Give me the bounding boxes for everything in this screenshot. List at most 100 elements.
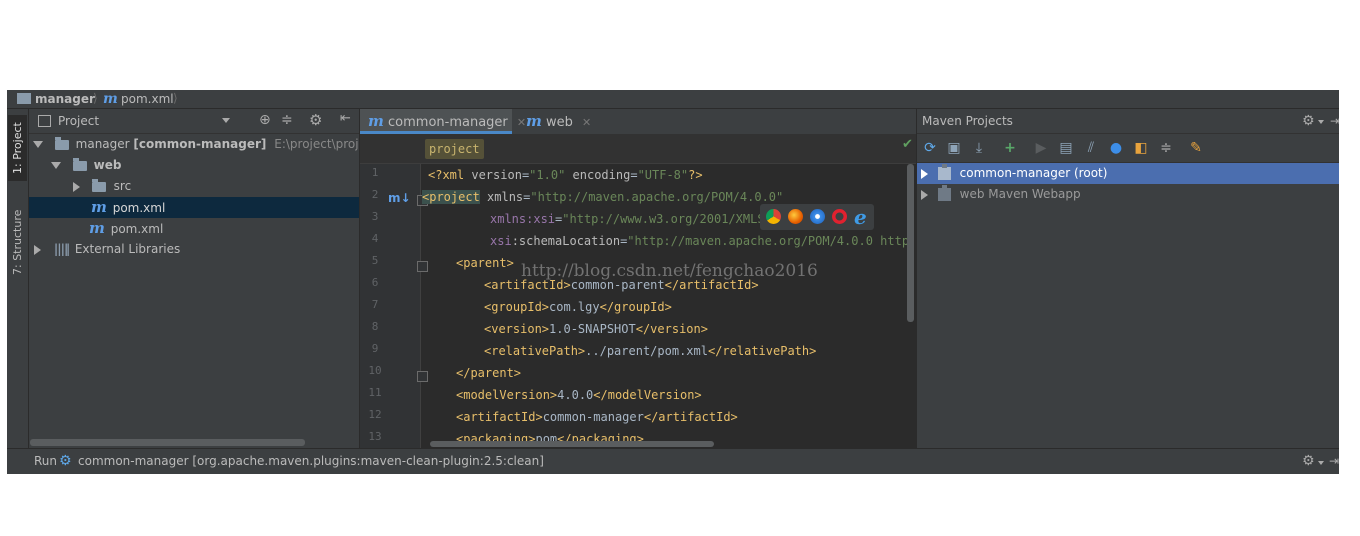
tree-item-external-libraries[interactable]: |||‖ External Libraries [29,239,359,260]
editor-horizontal-scrollbar[interactable] [430,441,714,447]
tag: <modelVersion> [456,388,558,402]
generate-sources-icon[interactable]: ▣ [946,140,962,156]
left-tool-strip: 1: Project 7: Structure [7,109,29,454]
reimport-icon[interactable]: ⟳ [922,140,938,156]
tree-item-label: External Libraries [74,242,181,256]
scroll-from-source-icon[interactable]: ⊕ [259,112,271,128]
toggle-offline-icon[interactable]: ⫽ [1083,140,1099,156]
gear-icon[interactable]: ⚙ [309,111,322,129]
project-view-icon [38,115,51,127]
settings-dropdown-icon[interactable] [1318,120,1324,124]
maven-module-icon [937,185,951,201]
maven-toolbar: ⟳ ▣ ⤓ + ▶ ▤ ⫽ ● ◧ ≑ ✎ [917,134,1339,163]
settings-dropdown-icon[interactable] [1318,461,1324,465]
editor-vertical-scrollbar[interactable] [907,164,914,322]
module-folder-icon [17,93,31,104]
project-view-selector[interactable]: Project [58,113,99,129]
collapse-arrow-icon[interactable] [34,244,41,255]
collapse-arrow-icon[interactable] [921,189,928,200]
text: 1.0-SNAPSHOT [549,322,636,336]
gear-icon[interactable]: ⚙ [1302,109,1315,133]
folder-icon [91,178,106,192]
tree-item-label: manager [75,137,130,151]
tab-label: common-manager [388,115,508,130]
view-dropdown-icon[interactable] [222,118,230,123]
maven-file-icon: m [89,219,105,237]
show-dependencies-icon[interactable]: ◧ [1133,140,1149,156]
opera-icon[interactable] [832,209,847,224]
maven-file-icon: m [91,198,107,216]
code-line: <groupId>com.lgy</groupId> [484,296,672,318]
run-label[interactable]: Run [34,449,57,474]
tree-item-label: pom.xml [110,222,164,236]
line-number: 12 [368,408,382,421]
module-folder-icon [72,157,87,171]
module-folder-icon [54,136,69,150]
run-task-label[interactable]: common-manager [org.apache.maven.plugins… [78,449,544,474]
firefox-icon[interactable] [788,209,803,224]
close-tab-icon[interactable]: ✕ [582,116,591,129]
collapse-all-icon[interactable]: ≑ [1158,140,1174,156]
editor-area: m common-manager ✕ m web ✕ project ✔ 1 2… [359,109,916,448]
breadcrumb-separator: ⟩ [93,91,98,105]
hide-panel-icon[interactable]: ⇤ [340,111,351,126]
skip-tests-icon[interactable]: ● [1108,140,1124,156]
editor-tab-bar: m common-manager ✕ m web ✕ [360,109,916,135]
collapse-arrow-icon[interactable] [73,181,80,192]
tag: <artifactId> [456,410,543,424]
tree-item-web[interactable]: web [29,155,359,176]
xml-decl: <?xml [428,168,465,182]
add-project-icon[interactable]: + [1002,140,1018,156]
line-number: 3 [371,210,379,223]
expand-arrow-icon[interactable] [33,141,43,148]
tag: <parent> [456,256,514,270]
attr: encoding [572,168,631,182]
expand-arrow-icon[interactable] [51,162,61,169]
checkmark-icon: ✔ [902,137,913,152]
run-icon[interactable]: ▶ [1033,140,1049,156]
hide-panel-icon[interactable]: ⇥ [1330,109,1339,133]
tree-item-manager[interactable]: manager [common-manager] E:\project\proj… [29,134,377,155]
code-line: <modelVersion>4.0.0</modelVersion> [456,384,702,406]
tree-item-web-pom[interactable]: m pom.xml [29,197,359,218]
tag: <relativePath> [484,344,586,358]
project-horizontal-scrollbar[interactable] [30,439,305,446]
watermark-text: http://blog.csdn.net/fengchao2016 [521,261,818,281]
tab-project-tool-label: 1: Project [11,122,24,174]
maven-settings-icon[interactable]: ✎ [1188,140,1204,156]
maven-project-common-manager[interactable]: common-manager (root) [917,163,1339,184]
breadcrumb-project[interactable]: manager [35,91,95,107]
hide-panel-icon[interactable]: ⇥ [1329,449,1339,474]
tree-item-root-pom[interactable]: m pom.xml [29,218,359,239]
text: common-manager [542,410,644,424]
tree-item-src[interactable]: src [29,176,359,197]
line-number: 6 [371,276,379,289]
line-number: 9 [371,342,379,355]
maven-gutter-icon[interactable]: m↓ [388,191,411,205]
code-line: <version>1.0-SNAPSHOT</version> [484,318,708,340]
tree-item-label: src [113,179,132,193]
internet-explorer-icon[interactable]: e [854,205,867,229]
tag: </parent> [456,366,522,380]
tab-project-tool[interactable]: 1: Project [8,115,27,181]
maven-module-icon [937,164,951,180]
breadcrumb-file[interactable]: pom.xml [121,91,174,107]
maven-file-icon: m [526,112,542,130]
xml-breadcrumb-project[interactable]: project [425,139,484,159]
collapse-all-icon[interactable]: ≑ [281,112,293,128]
chrome-icon[interactable] [766,209,781,224]
collapse-arrow-icon[interactable] [921,168,928,179]
tag: <project [422,190,480,204]
run-status-bar: Run ⚙ common-manager [org.apache.maven.p… [7,448,1339,474]
maven-project-web[interactable]: web Maven Webapp [917,184,1339,205]
tab-web[interactable]: m web ✕ [516,109,596,134]
download-icon[interactable]: ⤓ [971,140,987,156]
tab-structure-tool[interactable]: 7: Structure [8,203,27,281]
line-number: 4 [371,232,379,245]
browser-preview-bar: e [760,204,874,230]
safari-icon[interactable] [810,209,825,224]
run-config-icon[interactable]: ▤ [1058,140,1074,156]
gear-icon[interactable]: ⚙ [1302,449,1315,474]
tab-common-manager[interactable]: m common-manager ✕ [360,109,526,134]
tag: </relativePath> [707,344,817,358]
